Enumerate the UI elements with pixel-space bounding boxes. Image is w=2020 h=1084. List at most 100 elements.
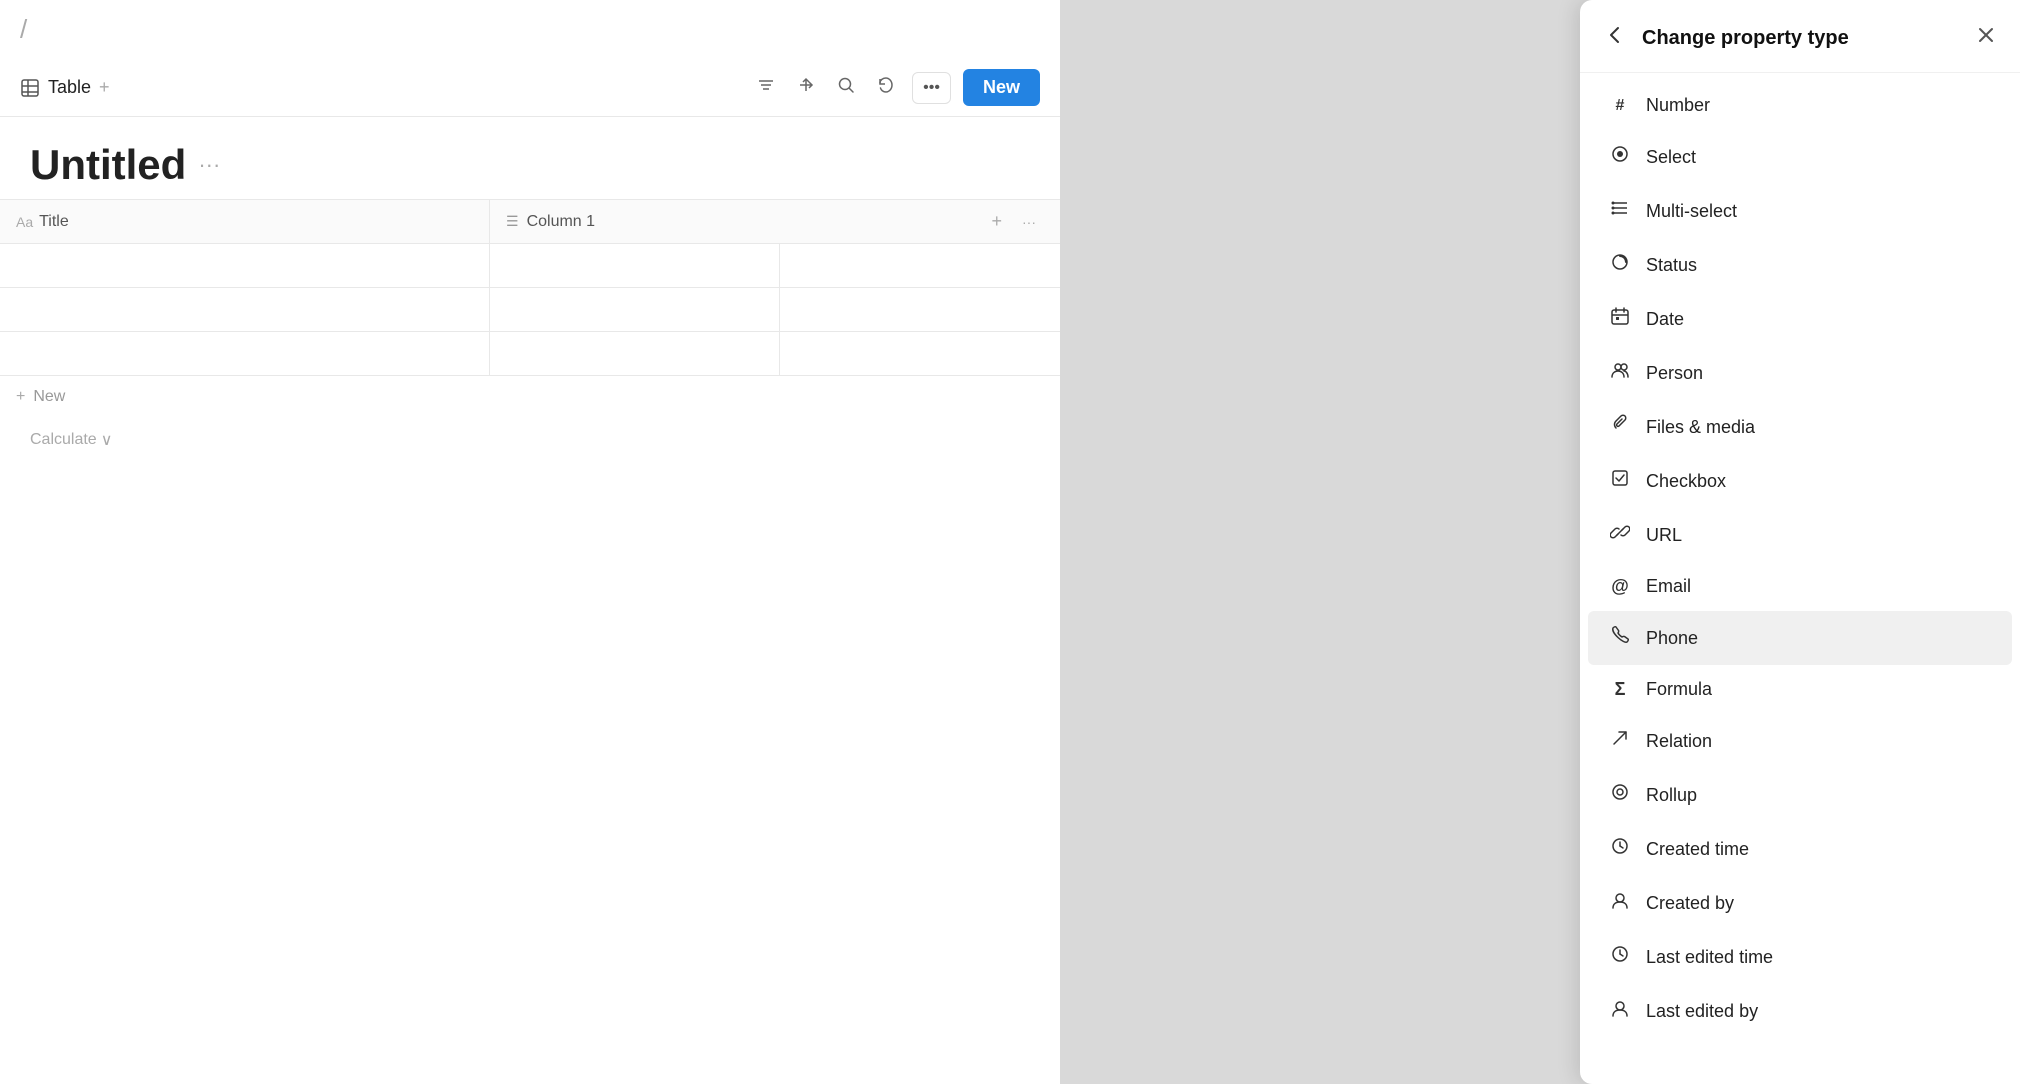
phone-icon <box>1608 625 1632 651</box>
last-edited-time-icon <box>1608 944 1632 970</box>
property-type-person[interactable]: Person <box>1588 346 2012 400</box>
sort-button[interactable] <box>792 71 820 104</box>
undo-button[interactable] <box>872 71 900 104</box>
checkbox-icon <box>1608 468 1632 494</box>
url-label: URL <box>1646 525 1682 546</box>
last-edited-time-label: Last edited time <box>1646 947 1773 968</box>
property-type-multi-select[interactable]: Multi-select <box>1588 184 2012 238</box>
row-3-col1-cell[interactable] <box>490 332 780 375</box>
toolbar: Table + <box>0 59 1060 117</box>
column-1-header: ☰ Column 1 + ··· <box>490 200 1060 243</box>
row-3-title-cell[interactable] <box>0 332 490 375</box>
add-row-label: New <box>33 388 65 406</box>
page-title-area: Untitled ··· <box>0 117 1060 199</box>
more-options-button[interactable]: ••• <box>912 72 951 104</box>
date-icon <box>1608 306 1632 332</box>
files-media-label: Files & media <box>1646 417 1755 438</box>
panel-back-button[interactable] <box>1600 20 1630 56</box>
calculate-button[interactable]: Calculate ∨ <box>0 418 490 462</box>
table-label: Table <box>48 77 91 98</box>
search-button[interactable] <box>832 71 860 104</box>
panel-header: Change property type <box>1580 0 2020 73</box>
toolbar-right: ••• New <box>752 69 1040 106</box>
email-icon: @ <box>1608 576 1632 597</box>
property-type-number[interactable]: # Number <box>1588 81 2012 130</box>
number-label: Number <box>1646 95 1710 116</box>
person-label: Person <box>1646 363 1703 384</box>
table-row <box>0 288 1060 332</box>
select-label: Select <box>1646 147 1696 168</box>
multi-select-label: Multi-select <box>1646 201 1737 222</box>
property-type-rollup[interactable]: Rollup <box>1588 768 2012 822</box>
property-type-status[interactable]: Status <box>1588 238 2012 292</box>
property-type-relation[interactable]: Relation <box>1588 714 2012 768</box>
created-time-label: Created time <box>1646 839 1749 860</box>
panel-title: Change property type <box>1642 27 1960 50</box>
files-media-icon <box>1608 414 1632 440</box>
add-row-icon: + <box>16 388 25 406</box>
main-area: / Table + <box>0 0 1060 1084</box>
multi-select-icon <box>1608 198 1632 224</box>
email-label: Email <box>1646 576 1691 597</box>
number-icon: # <box>1608 97 1632 115</box>
checkbox-label: Checkbox <box>1646 471 1726 492</box>
add-view-button[interactable]: + <box>99 77 110 98</box>
rollup-icon <box>1608 782 1632 808</box>
property-type-date[interactable]: Date <box>1588 292 2012 346</box>
change-property-panel: Change property type # Number Select <box>1580 0 2020 1084</box>
row-1-col1-cell[interactable] <box>490 244 780 287</box>
add-column-button[interactable]: + <box>983 207 1010 236</box>
table-row <box>0 244 1060 288</box>
relation-icon <box>1608 728 1632 754</box>
property-type-email[interactable]: @ Email <box>1588 562 2012 611</box>
property-type-formula[interactable]: Σ Formula <box>1588 665 2012 714</box>
property-type-checkbox[interactable]: Checkbox <box>1588 454 2012 508</box>
phone-label: Phone <box>1646 628 1698 649</box>
property-type-files-media[interactable]: Files & media <box>1588 400 2012 454</box>
last-edited-by-label: Last edited by <box>1646 1001 1758 1022</box>
column-1-label: Column 1 <box>527 213 595 231</box>
url-icon <box>1608 522 1632 548</box>
formula-label: Formula <box>1646 679 1712 700</box>
column-more-button[interactable]: ··· <box>1014 207 1044 236</box>
row-3-extra-cell <box>780 332 1060 375</box>
new-record-button[interactable]: New <box>963 69 1040 106</box>
property-type-created-by[interactable]: Created by <box>1588 876 2012 930</box>
property-type-created-time[interactable]: Created time <box>1588 822 2012 876</box>
page-title: Untitled <box>30 141 186 189</box>
page-title-more-button[interactable]: ··· <box>198 152 220 178</box>
table-icon <box>20 78 40 98</box>
formula-icon: Σ <box>1608 679 1632 700</box>
row-2-col1-cell[interactable] <box>490 288 780 331</box>
property-type-select[interactable]: Select <box>1588 130 2012 184</box>
table-container: Aa Title ☰ Column 1 + ··· <box>0 199 1060 376</box>
calculate-label: Calculate <box>30 431 97 449</box>
calculate-chevron-icon: ∨ <box>101 430 113 450</box>
row-2-extra-cell <box>780 288 1060 331</box>
title-column-header: Aa Title <box>0 200 490 243</box>
title-column-label: Title <box>39 213 69 231</box>
rollup-label: Rollup <box>1646 785 1697 806</box>
created-time-icon <box>1608 836 1632 862</box>
status-label: Status <box>1646 255 1697 276</box>
last-edited-by-icon <box>1608 998 1632 1024</box>
property-type-list: # Number Select <box>1580 73 2020 1084</box>
person-icon <box>1608 360 1632 386</box>
add-row-button[interactable]: + New <box>0 376 81 418</box>
status-icon <box>1608 252 1632 278</box>
created-by-icon <box>1608 890 1632 916</box>
row-2-title-cell[interactable] <box>0 288 490 331</box>
property-type-last-edited-by[interactable]: Last edited by <box>1588 984 2012 1038</box>
property-type-last-edited-time[interactable]: Last edited time <box>1588 930 2012 984</box>
filter-button[interactable] <box>752 71 780 104</box>
panel-close-button[interactable] <box>1972 21 2000 55</box>
row-1-title-cell[interactable] <box>0 244 490 287</box>
relation-label: Relation <box>1646 731 1712 752</box>
date-label: Date <box>1646 309 1684 330</box>
property-type-phone[interactable]: Phone <box>1588 611 2012 665</box>
created-by-label: Created by <box>1646 893 1734 914</box>
title-aa-icon: Aa <box>16 214 33 230</box>
table-header: Aa Title ☰ Column 1 + ··· <box>0 200 1060 244</box>
property-type-url[interactable]: URL <box>1588 508 2012 562</box>
row-1-extra-cell <box>780 244 1060 287</box>
